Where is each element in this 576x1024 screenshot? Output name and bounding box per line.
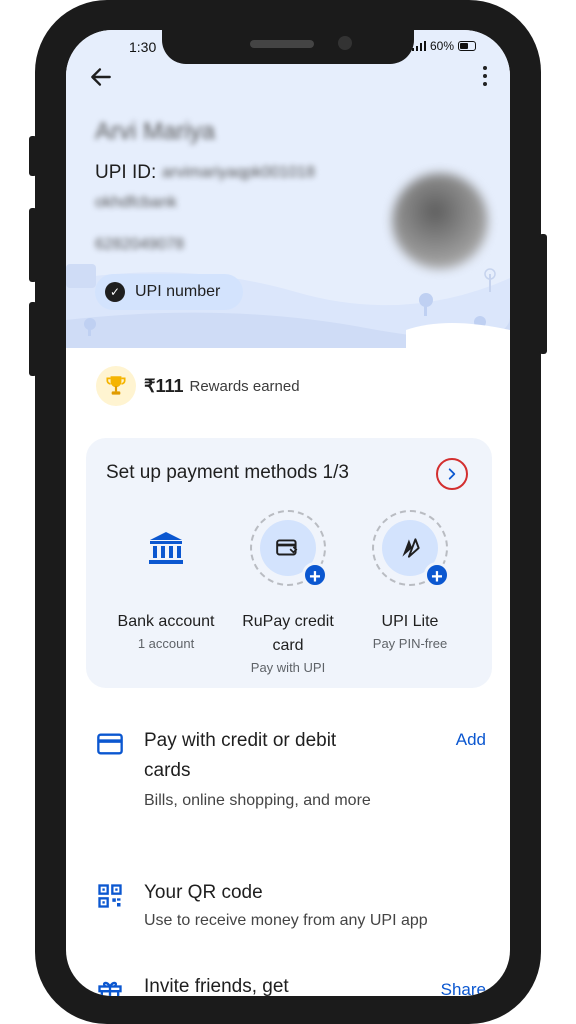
method-name: RuPay credit card bbox=[242, 613, 334, 654]
battery-percent: 60% bbox=[429, 39, 454, 53]
upi-id-value: arvimariyaqpk001018 bbox=[162, 164, 315, 181]
status-time: 1:30 bbox=[129, 39, 157, 55]
phone-power-button bbox=[539, 234, 547, 354]
battery-icon bbox=[458, 41, 476, 51]
profile-header: 1:30 60% Arvi Mariya UPI ID: arvimariyaq… bbox=[66, 30, 510, 348]
camera-notch bbox=[162, 30, 414, 64]
setup-payment-card: Set up payment methods 1/3 Bank account bbox=[86, 438, 492, 688]
avatar bbox=[392, 173, 488, 269]
gift-icon bbox=[98, 981, 122, 996]
phone-number: 6282049078 bbox=[95, 236, 184, 253]
trophy-icon bbox=[96, 366, 136, 406]
method-icon-wrap: + bbox=[372, 510, 450, 588]
upi-number-label: UPI number bbox=[135, 283, 221, 300]
method-sub: Pay PIN-free bbox=[372, 636, 448, 651]
rewards-row[interactable]: ₹111 Rewards earned bbox=[96, 366, 300, 406]
pay-with-cards-row[interactable]: Pay with credit or debit cards Bills, on… bbox=[96, 726, 486, 836]
bank-icon bbox=[128, 510, 204, 586]
share-button[interactable]: Share bbox=[441, 980, 486, 996]
method-rupay-credit-card[interactable]: + RuPay credit card Pay with UPI bbox=[232, 510, 344, 675]
app-screen: 1:30 60% Arvi Mariya UPI ID: arvimariyaq… bbox=[66, 30, 510, 996]
credit-card-icon bbox=[97, 733, 123, 755]
chevron-right-icon bbox=[448, 468, 456, 480]
upi-id-bank: okhdfcbank bbox=[95, 194, 177, 211]
method-icon-wrap: + bbox=[250, 510, 328, 588]
back-arrow-icon[interactable] bbox=[88, 64, 114, 90]
add-card-button[interactable]: Add bbox=[456, 730, 486, 750]
qr-code-icon bbox=[98, 884, 122, 908]
more-options-icon[interactable] bbox=[480, 66, 490, 90]
phone-side-button bbox=[29, 136, 37, 176]
method-sub: 1 account bbox=[137, 636, 195, 651]
setup-next-button[interactable] bbox=[436, 458, 468, 490]
qr-code-row[interactable]: Your QR code Use to receive money from a… bbox=[96, 878, 486, 938]
row-title: Your QR code bbox=[144, 882, 263, 903]
setup-title: Set up payment methods 1/3 bbox=[106, 462, 349, 483]
add-plus-icon: + bbox=[302, 562, 328, 588]
row-title: Pay with credit or debit cards bbox=[144, 730, 337, 781]
row-title: Invite friends, get bbox=[144, 976, 289, 996]
upi-number-chip[interactable]: ✓ UPI number bbox=[95, 274, 243, 310]
signal-icon bbox=[411, 41, 426, 51]
method-name: UPI Lite bbox=[381, 613, 439, 630]
status-icons: 60% bbox=[411, 39, 476, 53]
rewards-amount: ₹111 bbox=[144, 375, 184, 396]
check-icon: ✓ bbox=[105, 282, 125, 302]
method-sub: Pay with UPI bbox=[250, 660, 326, 675]
upi-id-label: UPI ID: bbox=[95, 162, 157, 183]
phone-volume-up bbox=[29, 208, 37, 282]
profile-name: Arvi Mariya bbox=[95, 118, 216, 145]
rewards-label: Rewards earned bbox=[189, 377, 300, 395]
invite-friends-row[interactable]: Invite friends, get Share bbox=[96, 972, 486, 996]
method-upi-lite[interactable]: + UPI Lite Pay PIN-free bbox=[354, 510, 466, 651]
row-subtitle: Use to receive money from any UPI app bbox=[144, 912, 428, 929]
add-plus-icon: + bbox=[424, 562, 450, 588]
row-subtitle: Bills, online shopping, and more bbox=[144, 792, 371, 809]
method-name: Bank account bbox=[117, 613, 215, 630]
method-bank-account[interactable]: Bank account 1 account bbox=[110, 510, 222, 651]
phone-volume-down bbox=[29, 302, 37, 376]
